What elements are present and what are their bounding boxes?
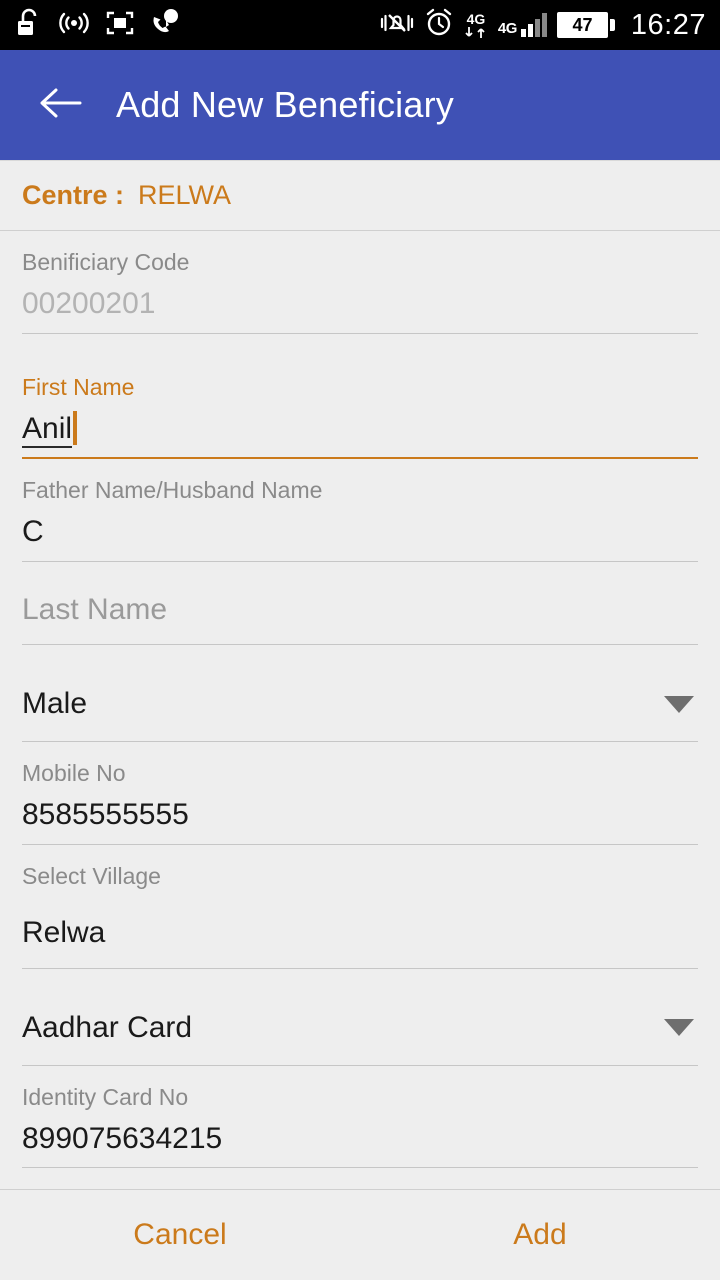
id-card-type-dropdown-inner[interactable]: Aadhar Card — [22, 991, 698, 1066]
back-arrow-icon — [38, 86, 82, 125]
father-husband-name-input[interactable]: C — [22, 506, 698, 553]
centre-value: RELWA — [138, 180, 232, 210]
identity-card-no-field-inner[interactable]: Identity Card No 899075634215 — [22, 1066, 698, 1169]
call-bubble-icon — [150, 8, 180, 42]
first-name-value: Anil — [22, 411, 73, 448]
beneficiary-code-field-inner: Benificiary Code 00200201 — [22, 231, 698, 334]
cancel-button[interactable]: Cancel — [0, 1217, 360, 1253]
beneficiary-code-label: Benificiary Code — [22, 249, 190, 275]
first-name-field[interactable]: First Name Anil — [0, 355, 720, 460]
identity-card-no-label: Identity Card No — [22, 1083, 189, 1110]
alarm-clock-icon — [424, 8, 454, 43]
broadcast-icon — [58, 10, 90, 41]
chevron-down-icon[interactable] — [664, 695, 694, 713]
unlocked-padlock-icon — [16, 8, 42, 43]
back-button[interactable] — [36, 81, 84, 129]
spacer — [0, 645, 720, 668]
data-transfer-icon: 4G — [464, 12, 488, 39]
gender-value: Male — [22, 687, 88, 721]
first-name-input[interactable]: Anil — [22, 403, 698, 450]
text-cursor — [73, 410, 78, 445]
battery-cap — [610, 19, 615, 31]
father-husband-name-field-inner[interactable]: Father Name/Husband Name C — [22, 459, 698, 562]
spacer — [0, 333, 720, 356]
mobile-no-label: Mobile No — [22, 760, 126, 787]
centre-label: Centre : — [22, 180, 125, 210]
id-card-type-value: Aadhar Card — [22, 1010, 193, 1044]
identity-card-no-field[interactable]: Identity Card No 899075634215 — [0, 1065, 720, 1169]
identity-card-no-input[interactable]: 899075634215 — [22, 1113, 698, 1160]
first-name-field-inner[interactable]: First Name Anil — [22, 356, 698, 460]
status-bar-right-icons: 4G 4G 47 16:27 — [380, 8, 706, 43]
select-village-label: Select Village — [22, 862, 161, 889]
status-bar-clock: 16:27 — [630, 8, 706, 41]
spacer — [0, 968, 720, 991]
spacer — [0, 561, 720, 584]
status-bar: 4G 4G 47 16:27 — [0, 0, 720, 50]
father-husband-name-field[interactable]: Father Name/Husband Name C — [0, 459, 720, 562]
select-village-field-inner[interactable]: Select Village Relwa — [22, 845, 698, 969]
battery-icon: 47 — [556, 11, 615, 39]
form-scroll-area[interactable]: Centre : RELWA Benificiary Code 00200201… — [0, 160, 720, 1189]
beneficiary-code-value: 00200201 — [22, 287, 156, 321]
signal-bars-icon: 4G — [498, 13, 547, 37]
last-name-field[interactable]: Last Name — [0, 583, 720, 646]
chevron-down-icon[interactable] — [664, 1019, 694, 1037]
select-village-value: Relwa — [22, 915, 106, 949]
beneficiary-code-field: Benificiary Code 00200201 — [0, 231, 720, 334]
first-name-label: First Name — [22, 373, 135, 400]
page-title: Add New Beneficiary — [116, 84, 454, 125]
mobile-no-field-inner[interactable]: Mobile No 8585555555 — [22, 742, 698, 845]
app-bar: Add New Beneficiary — [0, 50, 720, 160]
gender-dropdown-inner[interactable]: Male — [22, 667, 698, 743]
signal-network-label: 4G — [497, 20, 518, 37]
spacer — [0, 1168, 720, 1189]
id-card-type-dropdown[interactable]: Aadhar Card — [0, 990, 720, 1066]
status-bar-left-icons — [16, 8, 180, 43]
action-button-bar: Cancel Add — [0, 1189, 720, 1280]
gender-dropdown[interactable]: Male — [0, 667, 720, 743]
mobile-no-input[interactable]: 8585555555 — [22, 789, 698, 836]
centre-row: Centre : RELWA — [0, 161, 720, 231]
data-network-label: 4G — [466, 10, 486, 27]
signal-bars — [520, 13, 547, 37]
battery-level-text: 47 — [556, 12, 609, 38]
select-village-field[interactable]: Select Village Relwa — [0, 844, 720, 969]
mobile-no-field[interactable]: Mobile No 8585555555 — [0, 742, 720, 845]
phone-screen: 4G 4G 47 16:27 Add New Beneficiary Centr… — [0, 0, 720, 1280]
father-husband-name-label: Father Name/Husband Name — [22, 477, 323, 504]
last-name-input[interactable]: Last Name — [22, 584, 698, 631]
vibrate-icon — [380, 9, 414, 42]
screen-capture-icon — [106, 10, 134, 41]
add-button[interactable]: Add — [360, 1217, 720, 1253]
last-name-field-inner[interactable]: Last Name — [22, 584, 698, 646]
